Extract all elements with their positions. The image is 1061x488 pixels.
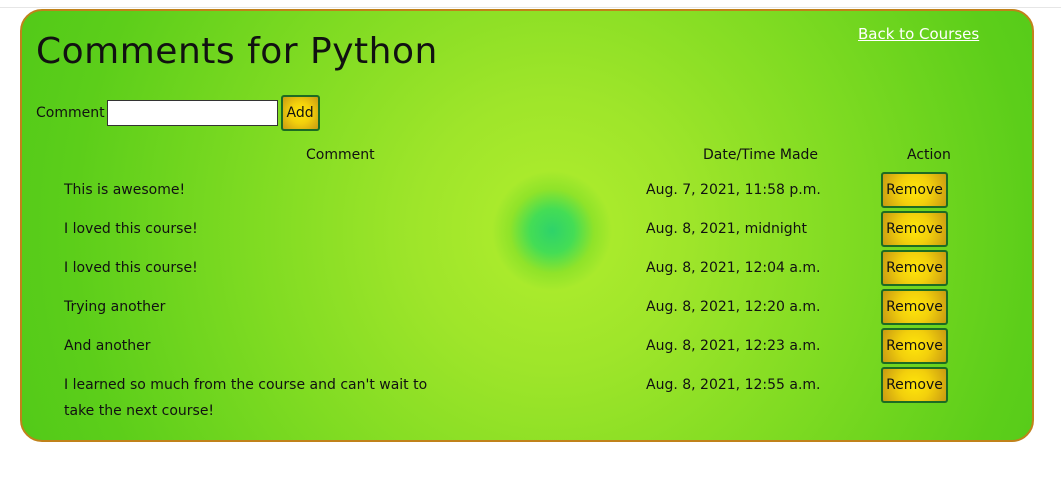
- row-6-remove-button[interactable]: Remove: [881, 367, 948, 403]
- header-action: Action: [907, 147, 951, 163]
- row-5-comment: And another: [64, 338, 151, 354]
- row-3-remove-button[interactable]: Remove: [881, 250, 948, 286]
- row-4-date: Aug. 8, 2021, 12:20 a.m.: [646, 299, 821, 315]
- row-5-date: Aug. 8, 2021, 12:23 a.m.: [646, 338, 821, 354]
- row-5-remove-button[interactable]: Remove: [881, 328, 948, 364]
- row-3-comment: I loved this course!: [64, 260, 198, 276]
- add-button[interactable]: Add: [280, 95, 320, 131]
- row-6-comment: I learned so much from the course and ca…: [64, 377, 428, 419]
- row-4-remove-button[interactable]: Remove: [881, 289, 948, 325]
- row-1-comment: This is awesome!: [64, 182, 186, 198]
- comment-input[interactable]: [106, 100, 278, 126]
- row-6-date: Aug. 8, 2021, 12:55 a.m.: [646, 377, 821, 393]
- comment-form: Comment Add: [36, 95, 320, 131]
- page-title: Comments for Python: [36, 31, 438, 72]
- row-1-date: Aug. 7, 2021, 11:58 p.m.: [646, 182, 821, 198]
- comment-label: Comment: [36, 105, 105, 121]
- top-divider: [0, 7, 1061, 8]
- row-4-comment: Trying another: [64, 299, 166, 315]
- header-comment: Comment: [306, 147, 375, 163]
- header-date: Date/Time Made: [703, 147, 819, 163]
- row-2-remove-button[interactable]: Remove: [881, 211, 948, 247]
- row-2-date: Aug. 8, 2021, midnight: [646, 221, 807, 237]
- row-1-remove-button[interactable]: Remove: [881, 172, 948, 208]
- row-2-comment: I loved this course!: [64, 221, 198, 237]
- row-3-date: Aug. 8, 2021, 12:04 a.m.: [646, 260, 821, 276]
- comments-panel: Comments for Python Back to Courses Comm…: [20, 9, 1034, 442]
- back-to-courses-link[interactable]: Back to Courses: [858, 25, 979, 43]
